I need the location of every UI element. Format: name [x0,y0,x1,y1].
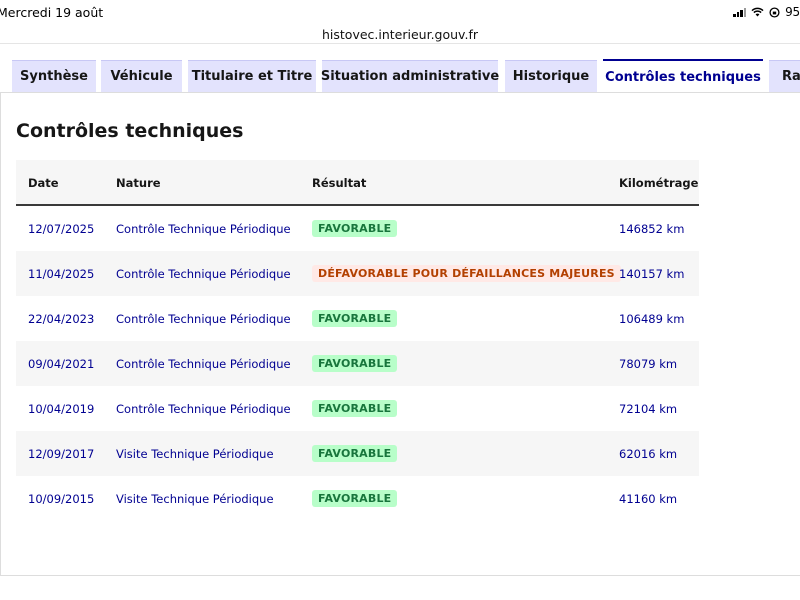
status-badge: FAVORABLE [312,310,398,327]
row-date: 12/09/2017 [28,446,95,461]
row-nature-cell: Contrôle Technique Périodique [116,386,291,431]
row-result-cell: FAVORABLE [312,431,398,476]
table-row: 09/04/2021 Contrôle Technique Périodique F… [16,341,699,386]
panel-border [0,92,1,576]
row-nature-cell: Contrôle Technique Périodique [116,296,291,341]
row-nature: Contrôle Technique Périodique [116,401,291,416]
row-result-cell: FAVORABLE [312,341,398,386]
row-mileage: 72104 km [619,401,678,416]
row-mileage: 146852 km [619,221,685,236]
row-mileage-cell: 146852 km [619,206,684,251]
row-nature-cell: Contrôle Technique Périodique [116,206,291,251]
tab-controles-techniques[interactable]: Contrôles techniques [603,59,763,93]
table-header: Date Nature Résultat Kilométrage [16,160,699,206]
status-badge: FAVORABLE [312,355,398,372]
row-result-cell: DÉFAVORABLE POUR DÉFAILLANCES MAJEURES [312,251,621,296]
table-row: 12/09/2017 Visite Technique Périodique FAV… [16,431,699,476]
table-row: 11/04/2025 Contrôle Technique Périodique D… [16,251,699,296]
row-date-cell: 10/09/2015 [28,476,94,521]
row-mileage: 78079 km [619,356,678,371]
row-result-cell: FAVORABLE [312,206,398,251]
row-nature: Visite Technique Périodique [116,491,274,506]
row-result-cell: FAVORABLE [312,476,398,521]
status-date: Mercredi 19 août [0,5,104,20]
row-mileage-cell: 78079 km [619,341,677,386]
row-date: 10/09/2015 [28,491,95,506]
row-date: 12/07/2025 [28,221,95,236]
row-mileage: 140157 km [619,266,685,281]
table-row: 10/09/2015 Visite Technique Périodique FAV… [16,476,699,521]
wifi-icon [751,7,764,17]
row-date: 09/04/2021 [28,356,95,371]
status-badge: DÉFAVORABLE POUR DÉFAILLANCES MAJEURES [312,265,621,282]
table-body: 12/07/2025 Contrôle Technique Périodique F… [16,206,699,521]
row-result-cell: FAVORABLE [312,296,398,341]
row-nature: Contrôle Technique Périodique [116,221,291,236]
table-row: 22/04/2023 Contrôle Technique Périodique F… [16,296,699,341]
status-badge: FAVORABLE [312,490,398,507]
row-nature: Contrôle Technique Périodique [116,266,291,281]
row-nature: Visite Technique Périodique [116,446,274,461]
row-nature-cell: Visite Technique Périodique [116,431,274,476]
row-nature-cell: Visite Technique Périodique [116,476,274,521]
row-date: 22/04/2023 [28,311,95,326]
row-date-cell: 12/07/2025 [28,206,94,251]
table-row: 10/04/2019 Contrôle Technique Périodique F… [16,386,699,431]
rotation-lock-icon [769,6,780,18]
row-mileage-cell: 41160 km [619,476,677,521]
tab-situation-administrative[interactable]: Situation administrative [321,60,499,92]
row-nature: Contrôle Technique Périodique [116,311,291,326]
status-bar: Mercredi 19 août 95 [0,0,800,24]
status-badge: FAVORABLE [312,445,398,462]
table-row: 12/07/2025 Contrôle Technique Périodique F… [16,206,699,251]
row-nature-cell: Contrôle Technique Périodique [116,251,291,296]
header-result: Résultat [312,176,367,190]
row-date-cell: 10/04/2019 [28,386,94,431]
row-result-cell: FAVORABLE [312,386,398,431]
row-date-cell: 09/04/2021 [28,341,94,386]
row-mileage: 62016 km [619,446,678,461]
row-mileage-cell: 72104 km [619,386,677,431]
tab-vehicule[interactable]: Véhicule [101,60,182,92]
section-title: Contrôles techniques [16,120,244,142]
battery-percentage: 95 [785,5,800,19]
row-nature-cell: Contrôle Technique Périodique [116,341,291,386]
row-date-cell: 22/04/2023 [28,296,94,341]
header-mileage: Kilométrage [619,176,699,190]
status-icons: 95 [733,5,800,19]
tab-synthese[interactable]: Synthèse [12,60,96,92]
row-mileage-cell: 62016 km [619,431,677,476]
tab-historique[interactable]: Historique [505,60,597,92]
status-badge: FAVORABLE [312,220,398,237]
row-mileage-cell: 106489 km [619,296,684,341]
address-bar[interactable]: histovec.interieur.gouv.fr [0,24,800,44]
toolbar-divider [0,43,800,44]
row-mileage: 106489 km [619,311,685,326]
controles-table: Date Nature Résultat Kilométrage 12/07/2… [16,160,699,521]
row-date: 10/04/2019 [28,401,95,416]
status-badge: FAVORABLE [312,400,398,417]
row-date: 11/04/2025 [28,266,95,281]
url-text[interactable]: histovec.interieur.gouv.fr [322,27,478,42]
row-nature: Contrôle Technique Périodique [116,356,291,371]
row-mileage-cell: 140157 km [619,251,684,296]
tab-rapport[interactable]: Rap [769,60,800,92]
header-date: Date [28,176,59,190]
tab-titulaire-et-titre[interactable]: Titulaire et Titre [188,60,316,92]
tab-bar: Synthèse Véhicule Titulaire et Titre Sit… [0,59,800,93]
signal-icon [733,7,747,17]
row-date-cell: 12/09/2017 [28,431,94,476]
row-mileage: 41160 km [619,491,678,506]
header-nature: Nature [116,176,161,190]
row-date-cell: 11/04/2025 [28,251,94,296]
